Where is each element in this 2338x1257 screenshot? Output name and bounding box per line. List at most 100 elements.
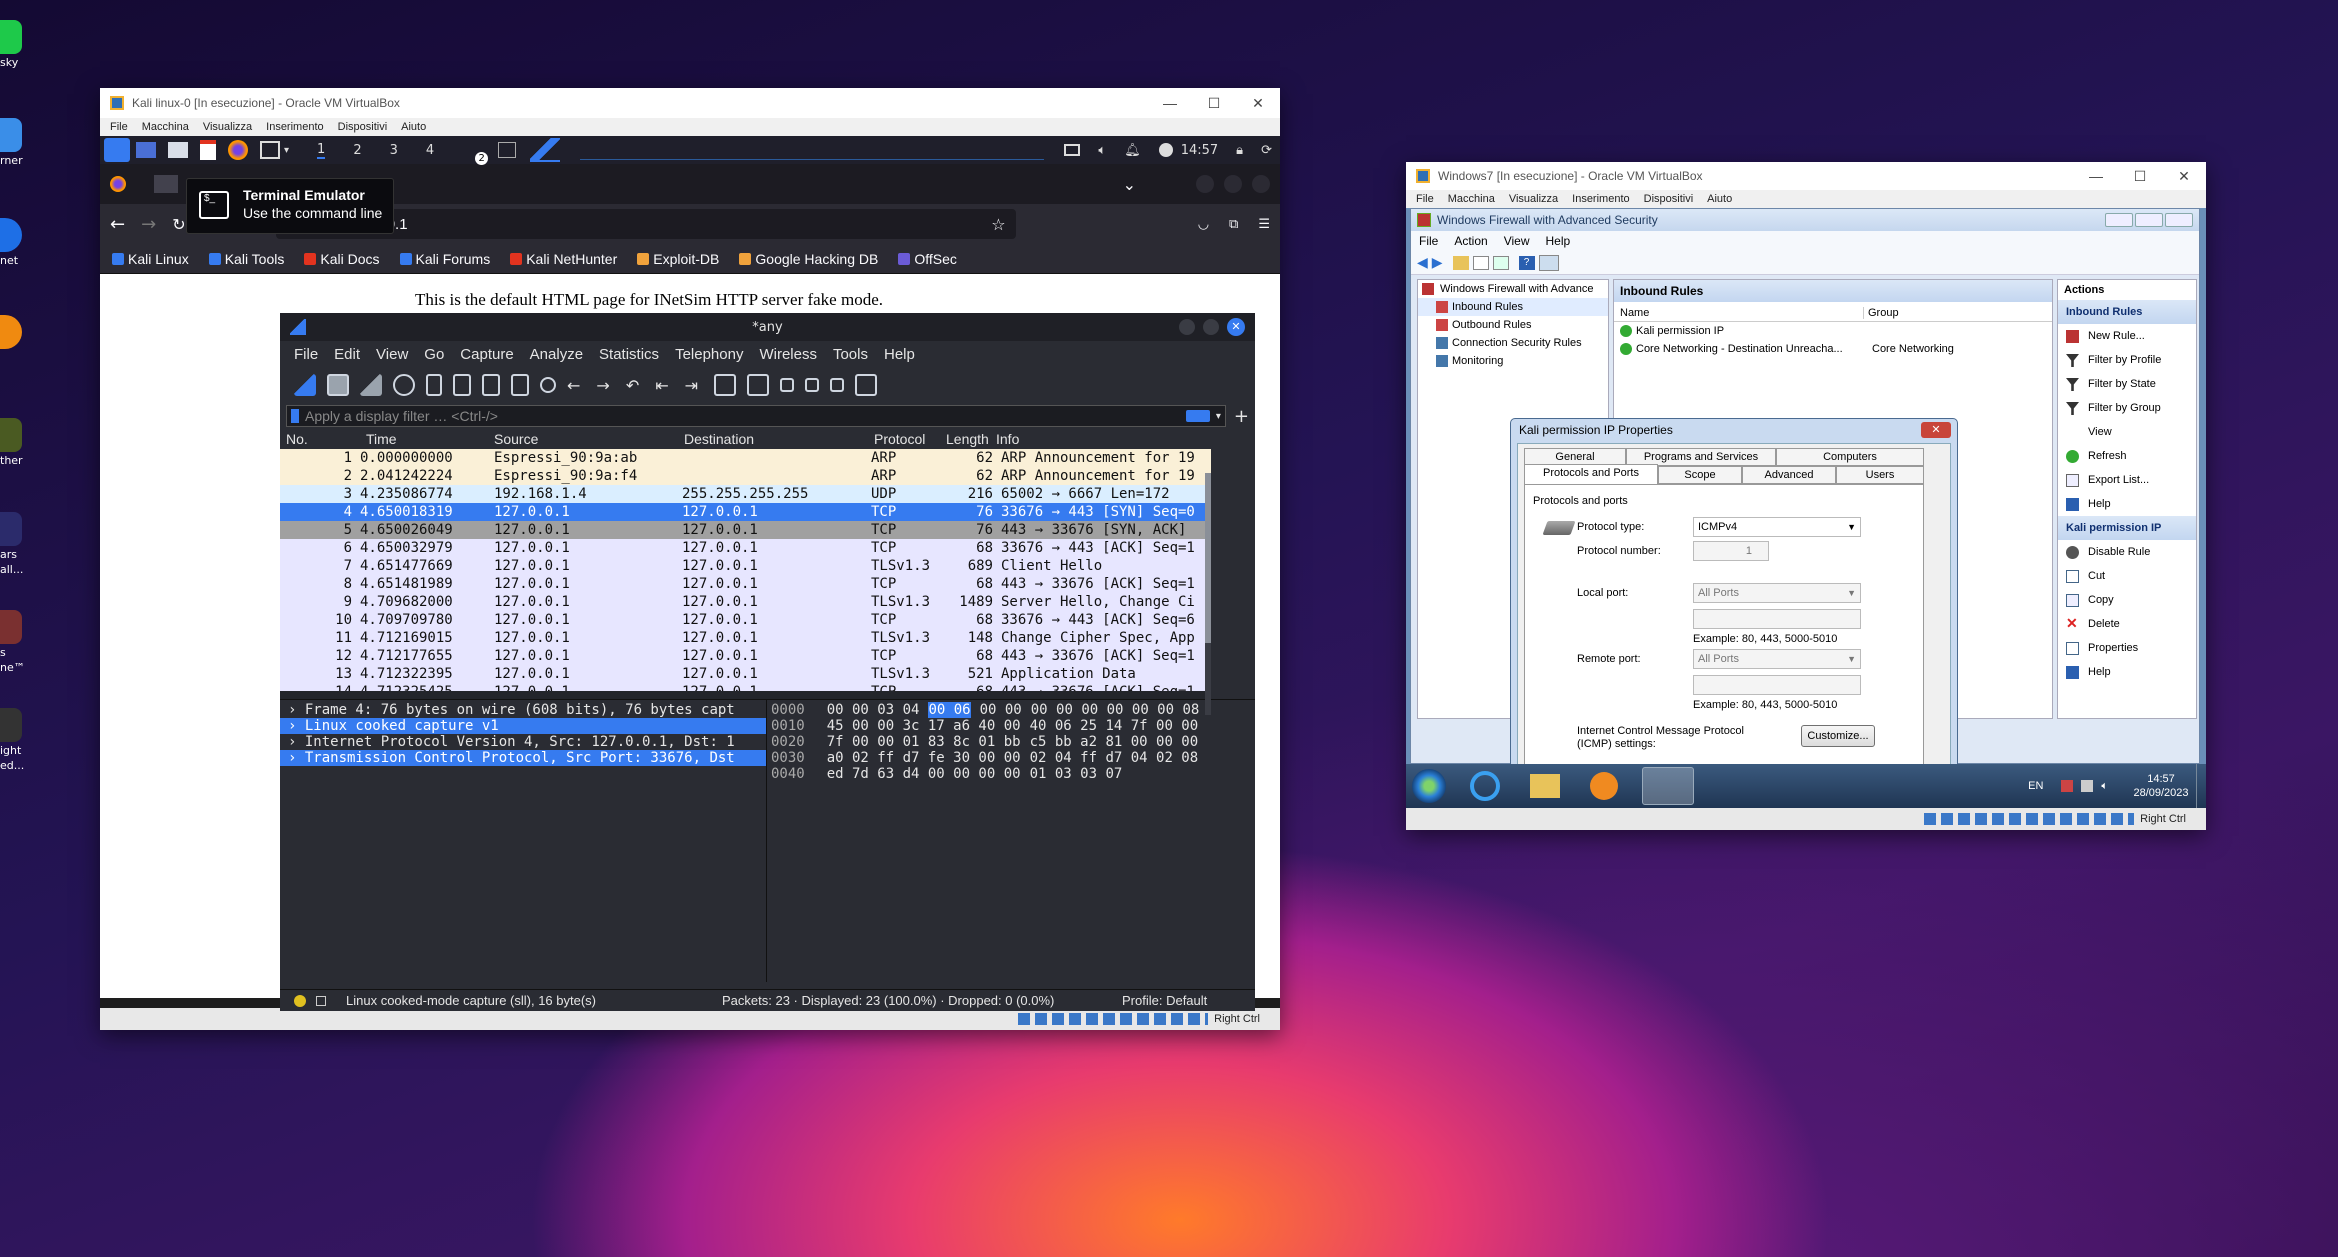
tree-connection-security-rules[interactable]: Connection Security Rules [1418,334,1608,352]
internet-explorer-icon[interactable] [1470,771,1500,801]
apply-filter-arrow-icon[interactable] [1185,410,1210,422]
extensions-icon[interactable]: ⧉ [1229,217,1238,232]
ws-menu-capture[interactable]: Capture [460,346,513,363]
panel-clock[interactable]: 14:57 [1181,143,1218,158]
power-manager-icon[interactable] [1158,143,1173,157]
packet-row[interactable]: 5 4.650026049 127.0.0.1 127.0.0.1 TCP 76 443 →… [280,521,1211,539]
bookmark-kali-docs[interactable]: Kali Docs [304,251,380,267]
last-packet-icon[interactable]: ⇥ [685,376,698,395]
forward-arrow-icon[interactable]: ▶ [1432,254,1443,271]
workspace-4[interactable]: 4 [426,143,434,158]
menu-help[interactable]: Aiuto [1707,193,1732,205]
files-icon[interactable] [168,142,188,158]
desktop-icon-1[interactable]: sky [0,20,22,69]
media-player-icon[interactable] [1590,772,1618,800]
expand-chevron-icon[interactable]: › [288,750,305,766]
capture-comment-icon[interactable] [316,995,326,1006]
pocket-icon[interactable]: ◡ [1198,217,1209,232]
col-header-source[interactable]: Source [494,431,684,447]
packet-list-scrollbar[interactable] [1205,473,1211,715]
local-port-select[interactable]: All Ports ▼ [1693,583,1861,603]
go-back-icon[interactable]: ← [567,376,580,395]
bookmark-google-hacking-db[interactable]: Google Hacking DB [739,251,878,267]
start-capture-icon[interactable] [294,374,316,396]
customize-button[interactable]: Customize... [1801,725,1875,747]
menu-help[interactable]: Aiuto [401,121,426,133]
desktop-icon[interactable] [136,142,156,158]
packet-row[interactable]: 3 4.235086774 192.168.1.4 255.255.255.255 UD… [280,485,1211,503]
tab-users[interactable]: Users [1836,466,1924,484]
col-header-protocol[interactable]: Protocol [874,431,946,447]
terminal-icon[interactable] [260,141,280,159]
packet-row[interactable]: 7 4.651477669 127.0.0.1 127.0.0.1 TLSv1.3 689… [280,557,1211,575]
maximize-button[interactable]: ☐ [2118,168,2162,185]
stop-capture-icon[interactable] [327,374,349,396]
save-file-icon[interactable] [453,374,471,396]
kali-vbox-titlebar[interactable]: Kali linux-0 [In esecuzione] - Oracle VM… [100,88,1280,118]
task-wireshark-icon[interactable] [530,138,561,162]
logout-icon[interactable]: ⟳ [1261,143,1272,158]
menu-file[interactable]: File [1416,193,1434,205]
hex-row[interactable]: 0040 ed 7d 63 d4 00 00 00 00 01 03 03 07 [771,766,1255,782]
show-action-pane-icon[interactable] [1538,254,1559,271]
lock-icon[interactable]: 🔒︎ [1236,143,1243,158]
action-properties[interactable]: Properties [2058,636,2196,660]
desktop-icon-8[interactable]: ight ed... [0,708,24,772]
ws-menu-tools[interactable]: Tools [833,346,868,363]
hex-row[interactable]: 0010 45 00 00 3c 17 a6 40 00 40 06 25 14 7… [771,718,1255,734]
tab-protocols-and-ports[interactable]: Protocols and Ports [1524,464,1658,484]
open-file-icon[interactable] [426,374,442,396]
mmc-menu-help[interactable]: Help [1546,234,1571,248]
ws-menu-file[interactable]: File [294,346,318,363]
col-header-info[interactable]: Info [996,431,1019,447]
window-control-dot[interactable] [1252,175,1270,193]
packet-row[interactable]: 13 4.712322395 127.0.0.1 127.0.0.1 TLSv1.3 52… [280,665,1211,683]
action-delete[interactable]: ✕ Delete [2058,612,2196,636]
ws-menu-view[interactable]: View [376,346,408,363]
bookmark-kali-nethunter[interactable]: Kali NetHunter [510,251,617,267]
window-control-dot[interactable] [1196,175,1214,193]
reload-file-icon[interactable] [511,374,529,396]
col-header-time[interactable]: Time [366,431,494,447]
menu-input[interactable]: Inserimento [266,121,323,133]
desktop-icon-7[interactable]: s ne™ [0,610,25,674]
win7-clock[interactable]: 14:57 28/09/2023 [2126,772,2196,800]
tree-monitoring[interactable]: Monitoring [1418,352,1608,370]
capture-options-gear-icon[interactable] [393,374,415,396]
action-filter-by-profile[interactable]: Filter by Profile [2058,348,2196,372]
workspace-3[interactable]: 3 [390,143,398,158]
forward-arrow-icon[interactable]: → [141,214,156,235]
bookmark-exploit-db[interactable]: Exploit-DB [637,251,719,267]
menu-file[interactable]: File [110,121,128,133]
packet-row[interactable]: 11 4.712169015 127.0.0.1 127.0.0.1 TLSv1.3 14… [280,629,1211,647]
bookmark-kali-forums[interactable]: Kali Forums [399,251,490,267]
find-packet-icon[interactable] [540,377,556,393]
bookmark-kali-linux[interactable]: Kali Linux [112,251,189,267]
menu-machine[interactable]: Macchina [1448,193,1495,205]
display-filter-input[interactable]: Apply a display filter … <Ctrl-/> ▾ [286,405,1226,427]
up-folder-icon[interactable] [1452,255,1469,270]
restart-capture-icon[interactable] [360,374,382,396]
mmc-minimize-button[interactable] [2105,213,2133,227]
actions-section-rule[interactable]: Kali permission IP [2058,516,2196,540]
text-editor-icon[interactable] [200,140,216,160]
window-control-dot[interactable] [1224,175,1242,193]
bookmark-filter-icon[interactable] [291,409,299,423]
task-app-icon[interactable]: 2 [462,139,489,165]
desktop-icon-3[interactable]: net [0,218,22,267]
firefox-tab-icon[interactable] [110,176,126,192]
zoom-out-icon[interactable] [805,378,820,392]
workspace-1[interactable]: 1 [317,142,326,159]
action-filter-by-state[interactable]: Filter by State [2058,372,2196,396]
display-icon[interactable] [1064,144,1081,156]
go-to-packet-icon[interactable]: ↶ [626,376,639,395]
packet-row[interactable]: 1 0.000000000 Espressi_90:9a:ab ARP 62 ARP An… [280,449,1211,467]
rule-row[interactable]: Kali permission IP [1614,322,2052,340]
language-indicator[interactable]: EN [2028,780,2043,792]
menu-devices[interactable]: Dispositivi [1644,193,1694,205]
resize-columns-icon[interactable] [855,374,878,396]
action-view[interactable]: View [2058,420,2196,444]
desktop-icon-4[interactable] [0,315,22,349]
wireshark-maximize-button[interactable] [1203,319,1219,335]
wireshark-titlebar[interactable]: *any ✕ [280,313,1255,341]
